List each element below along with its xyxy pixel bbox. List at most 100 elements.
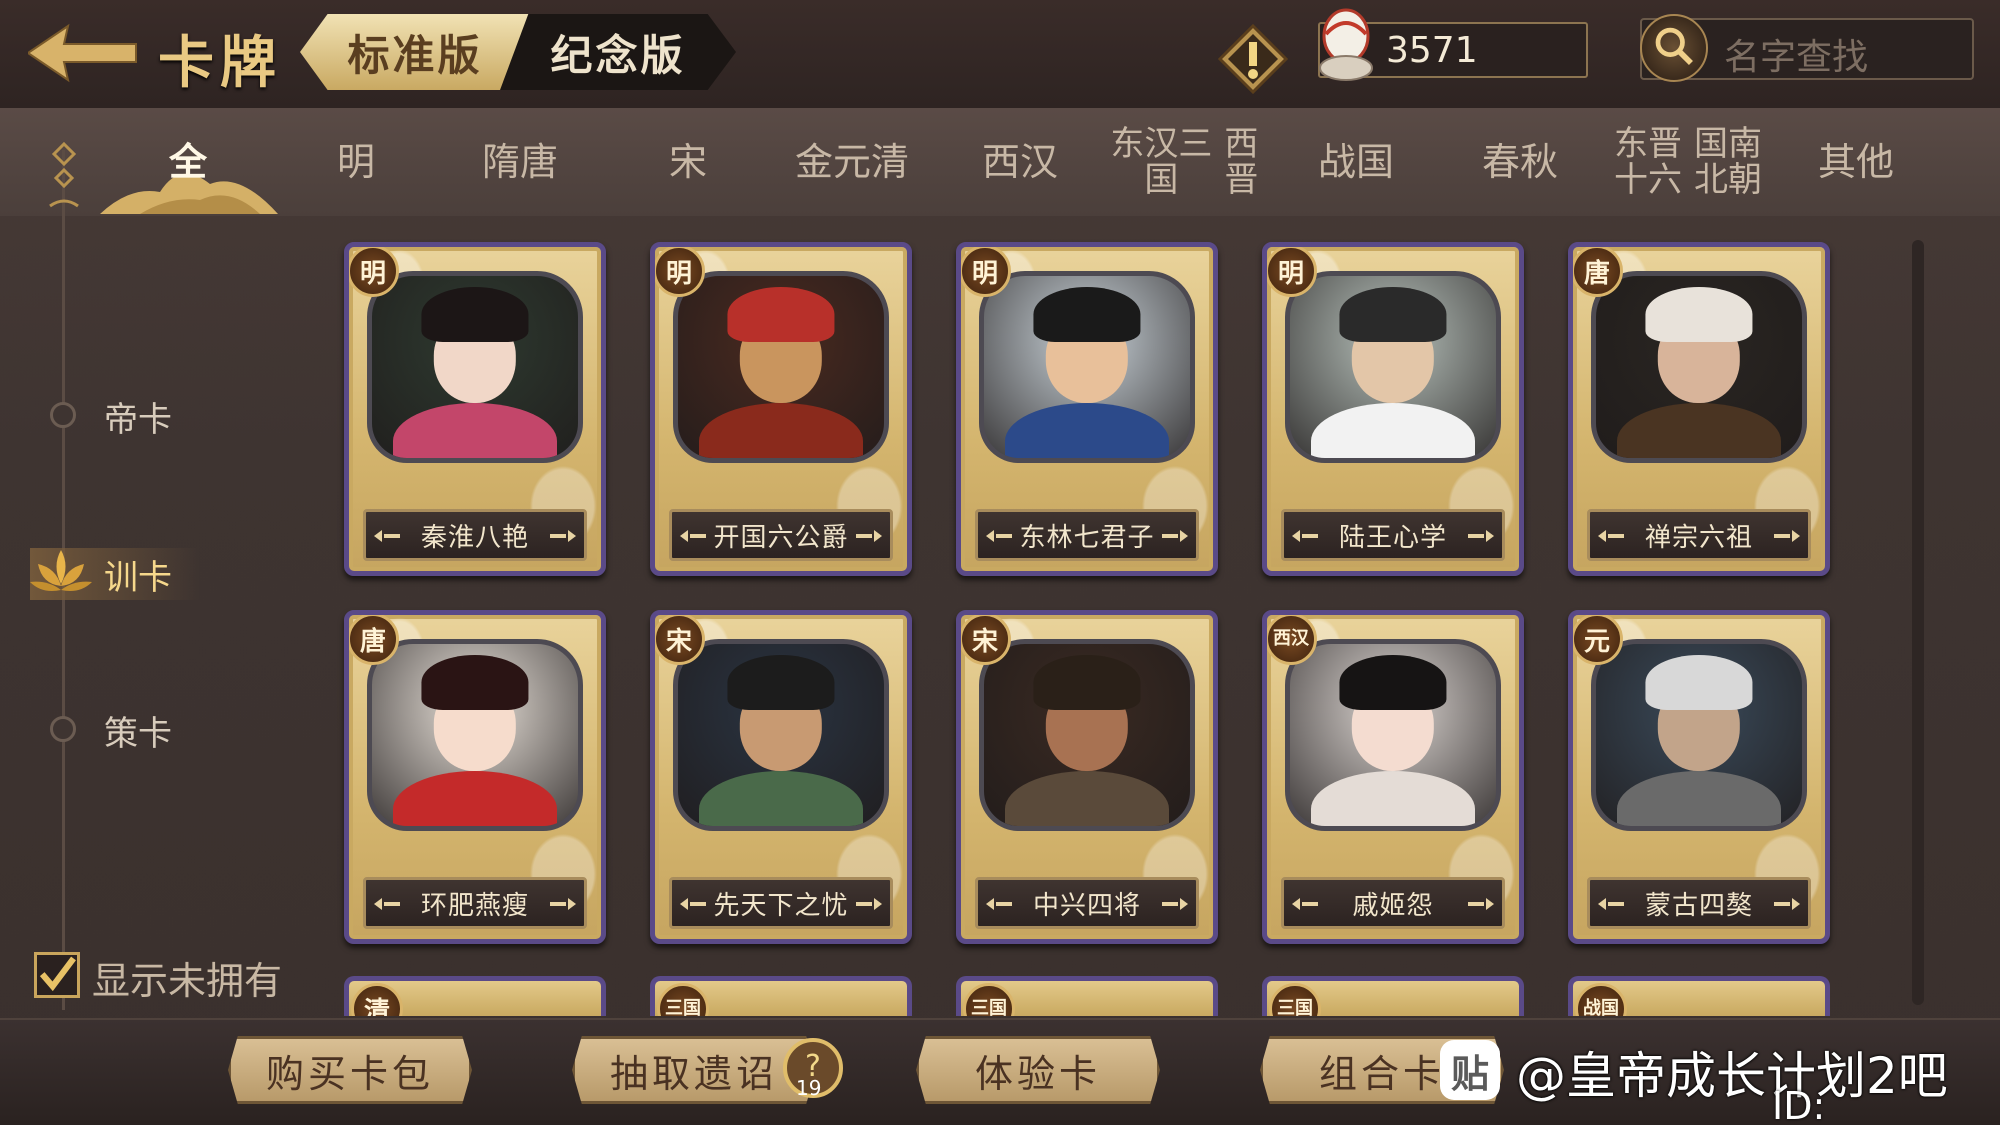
portrait-headwear <box>421 286 529 342</box>
hero-card-partial[interactable]: 三国 <box>650 976 912 1016</box>
lotus-icon <box>30 550 92 591</box>
tab-dynasty-6[interactable]: 东汉三国 西晋 <box>1108 108 1268 216</box>
diamond-ornament-icon <box>49 141 79 208</box>
tab-dynasty-7[interactable]: 战国 <box>1276 108 1436 216</box>
sidebar-dot <box>50 716 76 742</box>
card-name: 陆王心学 <box>1338 522 1447 553</box>
sidebar-item-emperor-cards[interactable]: 帝卡 <box>0 384 240 444</box>
dynasty-badge: 明 <box>1267 247 1317 297</box>
ornament-icon <box>1292 898 1318 910</box>
tab-dynasty-10[interactable]: 其他 <box>1776 108 1936 216</box>
dynasty-badge: 明 <box>349 247 399 297</box>
sidebar-item-strategy-cards[interactable]: 策卡 <box>0 698 240 758</box>
tab-dynasty-3[interactable]: 宋 <box>608 108 768 216</box>
tab-dynasty-4[interactable]: 金元清 <box>772 108 932 216</box>
feather-token-icon <box>1319 8 1373 81</box>
ornament-icon <box>1774 898 1800 910</box>
dynasty-badge: 战国 <box>1575 983 1627 1016</box>
show-unowned-label: 显示未拥有 <box>92 959 283 1003</box>
search-placeholder: 名字查找 <box>1724 37 1869 78</box>
search-icon[interactable] <box>1640 14 1708 82</box>
hero-card[interactable]: 明东林七君子 <box>956 242 1218 576</box>
portrait-headwear <box>727 654 835 710</box>
portrait-body <box>392 771 558 826</box>
card-portrait <box>1285 639 1501 831</box>
ornament-icon <box>986 898 1012 910</box>
card-portrait <box>673 639 889 831</box>
card-portrait <box>673 271 889 463</box>
portrait-body <box>698 403 864 458</box>
sidebar-item-training-cards[interactable]: 训卡 <box>0 542 240 602</box>
ornament-icon <box>1468 530 1494 542</box>
buy-card-pack-button[interactable]: 购买卡包 <box>228 1036 472 1104</box>
portrait-headwear <box>1339 654 1447 710</box>
card-name: 先天下之忧 <box>713 890 849 921</box>
ornament-icon <box>1162 898 1188 910</box>
ornament-icon <box>680 530 706 542</box>
portrait-body <box>1004 403 1170 458</box>
ornament-icon <box>1598 898 1624 910</box>
card-name: 环肥燕瘦 <box>420 890 529 921</box>
tab-dynasty-0[interactable]: 全 <box>108 108 268 216</box>
tab-dynasty-2[interactable]: 隋唐 <box>440 108 600 216</box>
hero-card[interactable]: 明秦淮八艳 <box>344 242 606 576</box>
hero-card-partial[interactable]: 战国 <box>1568 976 1830 1016</box>
tab-dynasty-8[interactable]: 春秋 <box>1440 108 1600 216</box>
hero-card[interactable]: 明陆王心学 <box>1262 242 1524 576</box>
draw-count: 19 <box>796 1076 822 1100</box>
card-name: 中兴四将 <box>1032 890 1141 921</box>
ornament-icon <box>986 530 1012 542</box>
ornament-icon <box>1598 530 1624 542</box>
portrait-body <box>698 771 864 826</box>
dynasty-badge: 唐 <box>349 615 399 665</box>
hero-card[interactable]: 唐环肥燕瘦 <box>344 610 606 944</box>
tab-standard-edition[interactable]: 标准版 <box>300 14 530 90</box>
tab-dynasty-1[interactable]: 明 <box>276 108 436 216</box>
hero-card[interactable]: 元蒙古四獒 <box>1568 610 1830 944</box>
draw-edict-button[interactable]: 抽取遗诏 <box>572 1036 816 1104</box>
watermark-id: ID: 2656669 <box>1772 1084 1826 1125</box>
show-unowned-checkbox[interactable]: 显示未拥有 <box>30 946 330 1006</box>
card-portrait <box>1591 271 1807 463</box>
card-portrait <box>979 271 1195 463</box>
hero-card[interactable]: 宋先天下之忧 <box>650 610 912 944</box>
portrait-headwear <box>1033 286 1141 342</box>
checkbox-box[interactable] <box>34 952 80 998</box>
hero-card-partial[interactable]: 三国 <box>956 976 1218 1016</box>
dynasty-badge: 三国 <box>657 983 709 1016</box>
card-name-plate: 戚姬怨 <box>1281 877 1505 929</box>
tab-label-line: 东晋十六 <box>1614 124 1682 200</box>
tieba-logo-icon: 贴 <box>1440 1040 1500 1100</box>
card-name-plate: 禅宗六祖 <box>1587 509 1811 561</box>
card-name-plate: 秦淮八艳 <box>363 509 587 561</box>
tab-dynasty-5[interactable]: 西汉 <box>940 108 1100 216</box>
card-portrait <box>1285 271 1501 463</box>
tab-dynasty-9[interactable]: 东晋十六 国南北朝 <box>1608 108 1768 216</box>
portrait-body <box>1004 771 1170 826</box>
warning-icon[interactable] <box>1218 24 1288 94</box>
tab-commemorative-edition[interactable]: 纪念版 <box>500 14 736 90</box>
back-arrow-icon[interactable] <box>28 22 138 84</box>
hero-card-partial[interactable]: 清 <box>344 976 606 1016</box>
card-name-plate: 蒙古四獒 <box>1587 877 1811 929</box>
dynasty-badge: 宋 <box>655 615 705 665</box>
hero-card[interactable]: 唐禅宗六祖 <box>1568 242 1830 576</box>
dynasty-badge: 明 <box>655 247 705 297</box>
dynasty-badge: 宋 <box>961 615 1011 665</box>
ornament-icon <box>550 898 576 910</box>
card-name: 东林七君子 <box>1019 522 1155 553</box>
tab-label-line: 东汉三国 <box>1110 124 1213 200</box>
hero-card[interactable]: 明开国六公爵 <box>650 242 912 576</box>
portrait-headwear <box>727 286 835 342</box>
portrait-headwear <box>1645 286 1753 342</box>
ornament-icon <box>856 898 882 910</box>
ornament-icon <box>1292 530 1318 542</box>
ornament-icon <box>1162 530 1188 542</box>
trial-card-button[interactable]: 体验卡 <box>916 1036 1160 1104</box>
dynasty-badge: 西汉 <box>1267 615 1317 665</box>
hero-card[interactable]: 宋中兴四将 <box>956 610 1218 944</box>
hero-card-partial[interactable]: 三国 <box>1262 976 1524 1016</box>
card-name: 开国六公爵 <box>713 522 849 553</box>
hero-card[interactable]: 西汉戚姬怨 <box>1262 610 1524 944</box>
card-grid-scrollbar[interactable] <box>1912 240 1924 1005</box>
